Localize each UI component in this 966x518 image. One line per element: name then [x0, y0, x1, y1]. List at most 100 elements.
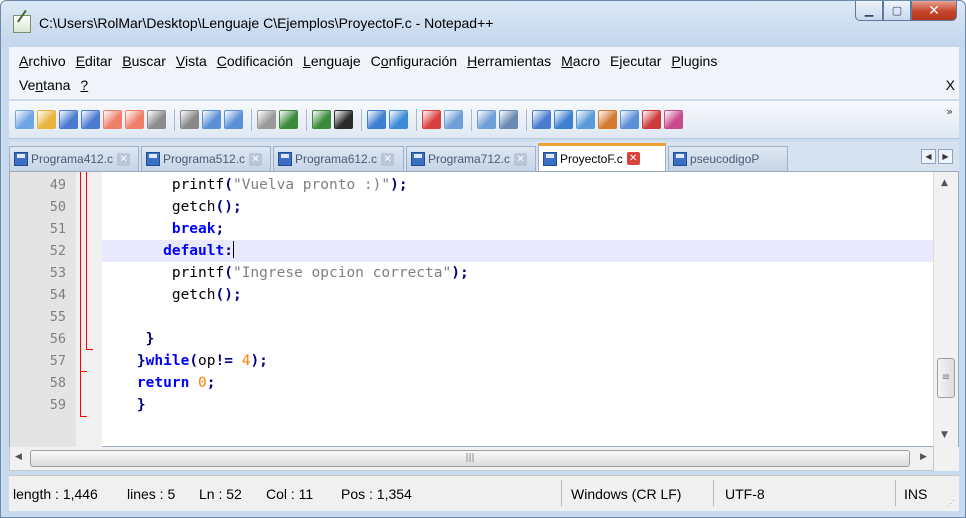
close-document-button[interactable]: X: [946, 77, 955, 93]
text-caret: [232, 241, 234, 258]
close-all-icon[interactable]: [125, 110, 144, 129]
code-area[interactable]: printf("Vuelva pronto :)"); getch(); bre…: [102, 172, 934, 448]
menu-configuracion[interactable]: Configuración: [371, 53, 457, 69]
print-icon[interactable]: [147, 110, 166, 129]
status-divider: [713, 480, 714, 506]
tab-programa412-c[interactable]: Programa412.c ✕: [9, 146, 139, 171]
tab-close-icon[interactable]: ✕: [626, 152, 640, 165]
code-line[interactable]: return 0;: [102, 372, 934, 394]
line-number: 58: [49, 375, 66, 391]
editor[interactable]: 49 50 51 52 53 54 55 56 57 58 59 printf("Vuelva pr…: [9, 171, 959, 448]
tab-pseucodigop[interactable]: pseucodigoP: [668, 146, 788, 171]
function-list-icon[interactable]: [598, 110, 617, 129]
minimize-icon: ▁: [864, 4, 874, 17]
open-icon[interactable]: [37, 110, 56, 129]
close-icon[interactable]: [103, 110, 122, 129]
menu-lenguaje[interactable]: Lenguaje: [303, 53, 361, 69]
code-line[interactable]: }: [102, 394, 934, 416]
show-all-chars-icon[interactable]: [499, 110, 518, 129]
code-line[interactable]: [102, 306, 934, 328]
status-encoding[interactable]: UTF-8: [725, 486, 765, 502]
tab-close-icon[interactable]: ✕: [249, 152, 263, 166]
tab-close-icon[interactable]: ✕: [514, 152, 528, 166]
horizontal-scrollbar[interactable]: ◀ ||| ▶: [9, 447, 934, 471]
save-all-icon[interactable]: [81, 110, 100, 129]
menu-codificacion[interactable]: Codificación: [217, 53, 293, 69]
fold-margin[interactable]: [76, 172, 102, 448]
tab-proyectof-c[interactable]: ProyectoF.c ✕: [538, 143, 666, 171]
menu-plugins[interactable]: Plugins: [671, 53, 717, 69]
status-lines: lines : 5: [127, 486, 176, 502]
new-icon[interactable]: [15, 110, 34, 129]
code-line[interactable]: default:: [102, 240, 934, 262]
redo-icon[interactable]: [279, 110, 298, 129]
status-eol[interactable]: Windows (CR LF): [571, 486, 681, 502]
tab-close-icon[interactable]: ✕: [117, 152, 131, 166]
save-icon[interactable]: [59, 110, 78, 129]
line-number-gutter[interactable]: 49 50 51 52 53 54 55 56 57 58 59: [10, 172, 76, 448]
tab-programa512-c[interactable]: Programa512.c ✕: [141, 146, 271, 171]
close-icon: ✕: [928, 2, 940, 19]
scroll-right-icon[interactable]: ▶: [920, 452, 927, 462]
tab-scroll-right-button[interactable]: ▶: [938, 149, 953, 164]
line-number: 49: [49, 177, 66, 193]
file-saved-icon: [278, 152, 292, 166]
copy-icon[interactable]: [202, 110, 221, 129]
scroll-left-icon[interactable]: ◀: [15, 452, 22, 462]
find-icon[interactable]: [312, 110, 331, 129]
notepad-plus-plus-icon[interactable]: [13, 15, 31, 33]
code-line[interactable]: getch();: [102, 284, 934, 306]
monitor-icon[interactable]: [642, 110, 661, 129]
code-line[interactable]: }: [102, 328, 934, 350]
tab-programa612-c[interactable]: Programa612.c ✕: [273, 146, 404, 171]
vertical-scrollbar[interactable]: ▲ ≡ ▼: [933, 172, 958, 448]
menu-vista[interactable]: Vista: [176, 53, 207, 69]
toolbar-separator: [526, 108, 527, 131]
file-saved-icon: [543, 151, 557, 166]
menu-help[interactable]: ?: [80, 77, 88, 93]
scroll-down-icon[interactable]: ▼: [941, 430, 948, 440]
tab-programa712-c[interactable]: Programa712.c ✕: [406, 146, 536, 171]
undo-icon[interactable]: [257, 110, 276, 129]
code-line[interactable]: }while(op!= 4);: [102, 350, 934, 372]
code-line[interactable]: printf("Vuelva pronto :)");: [102, 174, 934, 196]
horizontal-scroll-thumb[interactable]: |||: [30, 450, 910, 467]
sync-v-icon[interactable]: [422, 110, 441, 129]
user-lang-icon[interactable]: [554, 110, 573, 129]
toolbar-separator: [471, 108, 472, 131]
indent-guide-icon[interactable]: [532, 110, 551, 129]
code-line[interactable]: printf("Ingrese opcion correcta");: [102, 262, 934, 284]
menu-herramientas[interactable]: Herramientas: [467, 53, 551, 69]
toolbar-overflow-button[interactable]: »: [946, 105, 953, 118]
maximize-button[interactable]: ▢: [883, 1, 911, 21]
paste-icon[interactable]: [224, 110, 243, 129]
tab-scroll-left-button[interactable]: ◀: [921, 149, 936, 164]
eye-icon[interactable]: [664, 110, 683, 129]
menu-buscar[interactable]: Buscar: [122, 53, 166, 69]
zoom-out-icon[interactable]: [389, 110, 408, 129]
vertical-scroll-thumb[interactable]: ≡: [937, 358, 955, 398]
menu-macro[interactable]: Macro: [561, 53, 600, 69]
menu-ventana[interactable]: Ventana: [19, 77, 70, 93]
code-line[interactable]: getch();: [102, 196, 934, 218]
tab-close-icon[interactable]: ✕: [381, 152, 395, 166]
cut-icon[interactable]: [180, 110, 199, 129]
minimize-button[interactable]: ▁: [855, 1, 883, 21]
close-button[interactable]: ✕: [911, 1, 957, 21]
menu-ejecutar[interactable]: Ejecutar: [610, 53, 661, 69]
status-insert-mode[interactable]: INS: [904, 486, 927, 502]
doc-map-icon[interactable]: [576, 110, 595, 129]
chevron-left-icon: ◀: [925, 152, 932, 161]
menu-archivo[interactable]: Archivo: [19, 53, 66, 69]
menu-editar[interactable]: Editar: [76, 53, 113, 69]
folder-workspace-icon[interactable]: [620, 110, 639, 129]
title-bar[interactable]: C:\Users\RolMar\Desktop\Lenguaje C\Ejemp…: [1, 1, 965, 47]
replace-icon[interactable]: [334, 110, 353, 129]
zoom-in-icon[interactable]: [367, 110, 386, 129]
resize-grip-icon[interactable]: ⋰: [947, 499, 957, 509]
tab-label: ProyectoF.c: [560, 151, 623, 166]
sync-h-icon[interactable]: [444, 110, 463, 129]
code-line[interactable]: break;: [102, 218, 934, 240]
scroll-up-icon[interactable]: ▲: [941, 178, 948, 188]
word-wrap-icon[interactable]: [477, 110, 496, 129]
